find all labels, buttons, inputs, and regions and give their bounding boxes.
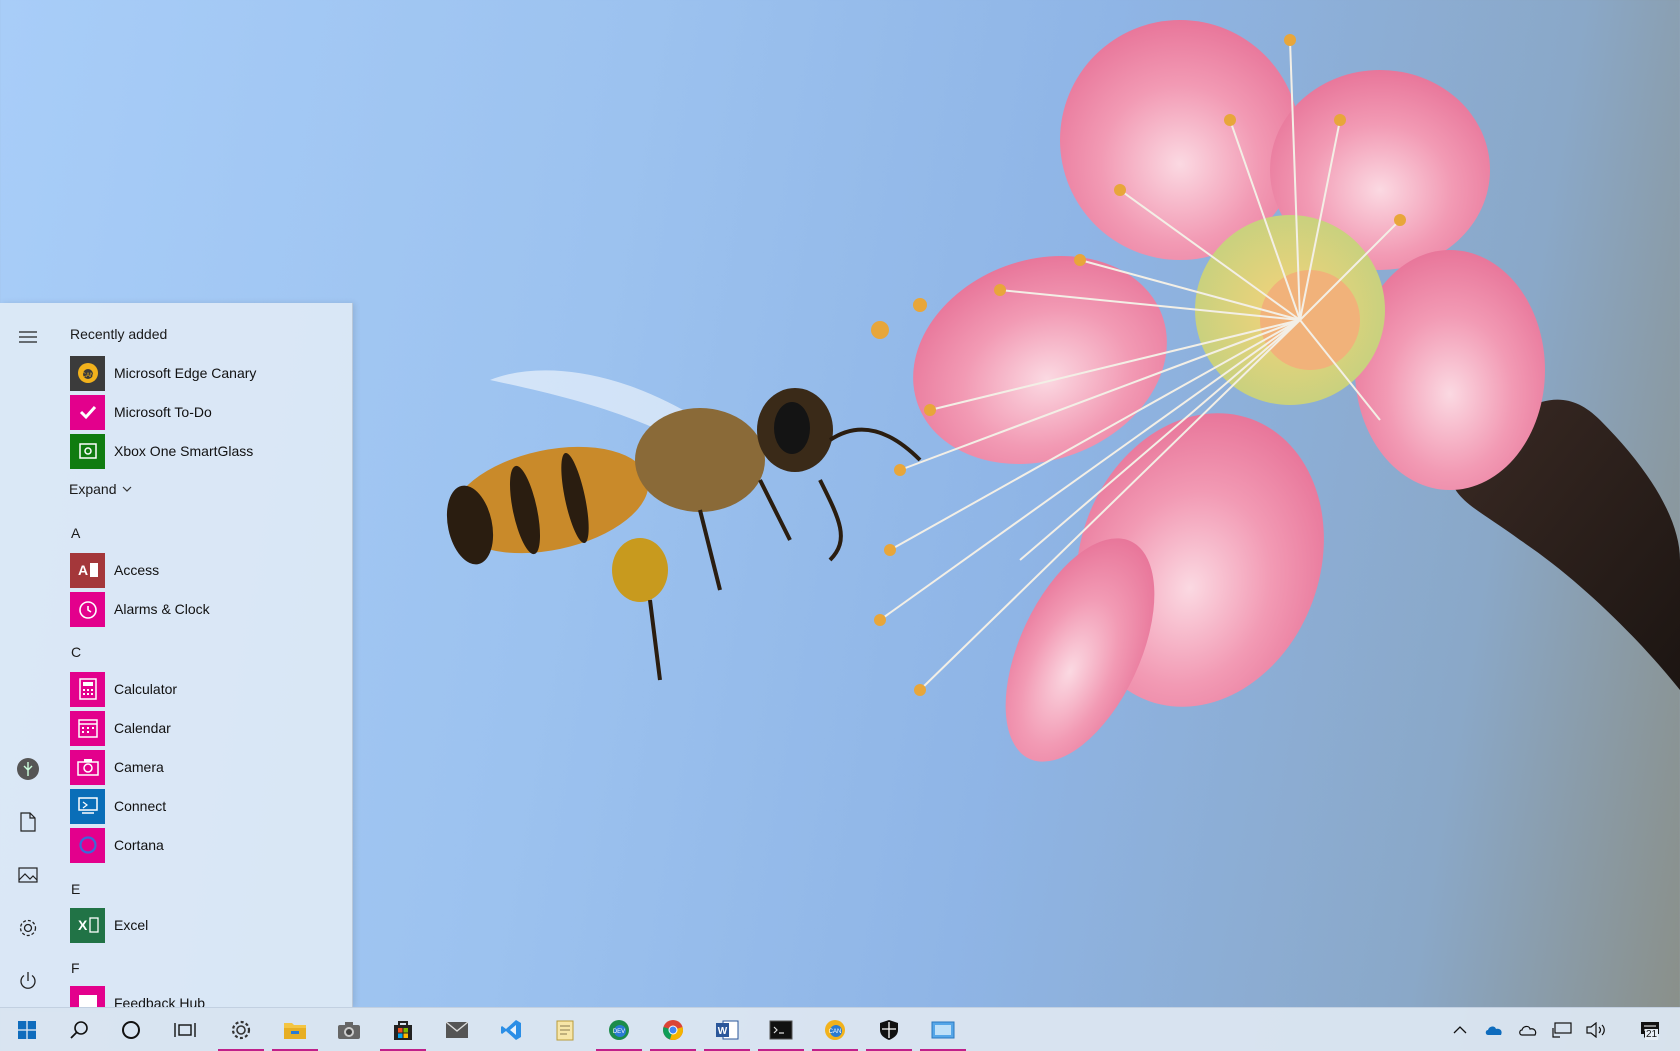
- edge-canary-icon[interactable]: CAN: [808, 1008, 862, 1051]
- app-label: Access: [114, 562, 160, 578]
- app-label: Alarms & Clock: [114, 601, 210, 617]
- connect-icon: [70, 788, 105, 824]
- documents-icon[interactable]: [0, 798, 55, 846]
- settings-icon[interactable]: [214, 1008, 268, 1051]
- svg-text:X: X: [78, 917, 88, 933]
- excel-icon: X: [70, 907, 105, 943]
- group-header-f[interactable]: F: [71, 960, 80, 976]
- app-item-calendar[interactable]: Calendar: [70, 710, 340, 746]
- app-item-camera[interactable]: Camera: [70, 749, 340, 785]
- app-item-alarms[interactable]: Alarms & Clock: [70, 591, 340, 627]
- app-label: Calculator: [114, 681, 178, 697]
- task-view-icon[interactable]: [158, 1008, 212, 1051]
- app-label: Cortana: [114, 837, 164, 853]
- camera-icon: [70, 749, 105, 785]
- app-item-todo[interactable]: Microsoft To-Do: [70, 394, 340, 430]
- app-item-access[interactable]: A Access: [70, 552, 340, 588]
- file-explorer-icon[interactable]: [268, 1008, 322, 1051]
- access-icon: A: [70, 552, 105, 588]
- svg-text:CAN: CAN: [81, 373, 94, 379]
- edge-canary-icon: CAN: [70, 355, 105, 391]
- app-item-feedback-hub[interactable]: Feedback Hub: [70, 985, 340, 1007]
- onedrive-personal-icon[interactable]: [1512, 1008, 1544, 1051]
- expand-label: Expand: [69, 481, 117, 497]
- expand-button[interactable]: Expand: [69, 481, 132, 497]
- network-icon[interactable]: [1546, 1008, 1578, 1051]
- defender-icon[interactable]: [862, 1008, 916, 1051]
- cortana-icon: [70, 827, 105, 863]
- user-avatar-icon[interactable]: [0, 745, 55, 793]
- chrome-icon[interactable]: [646, 1008, 700, 1051]
- svg-text:A: A: [78, 562, 88, 578]
- store-icon[interactable]: [376, 1008, 430, 1051]
- settings-icon[interactable]: [0, 904, 55, 952]
- svg-text:W: W: [718, 1026, 728, 1037]
- app-label: Excel: [114, 917, 149, 933]
- app-item-cortana[interactable]: Cortana: [70, 827, 340, 863]
- feedback-icon: [70, 985, 105, 1007]
- app-item-edge-canary[interactable]: CAN Microsoft Edge Canary: [70, 355, 340, 391]
- app-item-calculator[interactable]: Calculator: [70, 671, 340, 707]
- vscode-icon[interactable]: [484, 1008, 538, 1051]
- app-label: Connect: [114, 798, 167, 814]
- word-icon[interactable]: W: [700, 1008, 754, 1051]
- app-label: Calendar: [114, 720, 171, 736]
- group-header-c[interactable]: C: [71, 644, 81, 660]
- alarm-clock-icon: [70, 591, 105, 627]
- show-hidden-icons[interactable]: [1444, 1008, 1476, 1051]
- group-header-a[interactable]: A: [71, 525, 80, 541]
- calendar-icon: [70, 710, 105, 746]
- app-item-connect[interactable]: Connect: [70, 788, 340, 824]
- group-header-e[interactable]: E: [71, 881, 80, 897]
- svg-text:CAN: CAN: [829, 1029, 842, 1035]
- start-icon[interactable]: [0, 1008, 54, 1051]
- power-icon[interactable]: [0, 957, 55, 1005]
- app-list: Recently added CAN Microsoft Edge Canary…: [55, 303, 352, 1007]
- app-label: Feedback Hub: [114, 995, 206, 1007]
- app-item-excel[interactable]: X Excel: [70, 907, 340, 943]
- terminal-icon[interactable]: [754, 1008, 808, 1051]
- chevron-down-icon: [123, 486, 132, 492]
- notepad-icon[interactable]: [538, 1008, 592, 1051]
- onedrive-icon[interactable]: [1478, 1008, 1510, 1051]
- cortana-icon[interactable]: [104, 1008, 158, 1051]
- app-label: Camera: [114, 759, 164, 775]
- start-menu: Recently added CAN Microsoft Edge Canary…: [0, 303, 353, 1007]
- calculator-icon: [70, 671, 105, 707]
- edge-dev-icon[interactable]: DEV: [592, 1008, 646, 1051]
- start-menu-rail: [0, 303, 55, 1007]
- app-item-smartglass[interactable]: Xbox One SmartGlass: [70, 433, 340, 469]
- remote-desktop-icon[interactable]: [916, 1008, 970, 1051]
- camera-icon[interactable]: [322, 1008, 376, 1051]
- svg-text:DEV: DEV: [613, 1029, 625, 1035]
- search-icon[interactable]: [52, 1008, 106, 1051]
- volume-icon[interactable]: [1580, 1008, 1612, 1051]
- taskbar: DEV W CAN: [0, 1007, 1680, 1051]
- recently-added-title: Recently added: [70, 326, 168, 342]
- hamburger-menu-icon[interactable]: [0, 313, 55, 361]
- app-label: Xbox One SmartGlass: [114, 443, 254, 459]
- mail-icon[interactable]: [430, 1008, 484, 1051]
- app-label: Microsoft Edge Canary: [114, 365, 257, 381]
- notification-count-badge: 21: [1645, 1029, 1659, 1040]
- check-icon: [70, 394, 105, 430]
- smartglass-icon: [70, 433, 105, 469]
- app-label: Microsoft To-Do: [114, 404, 212, 420]
- pictures-icon[interactable]: [0, 851, 55, 899]
